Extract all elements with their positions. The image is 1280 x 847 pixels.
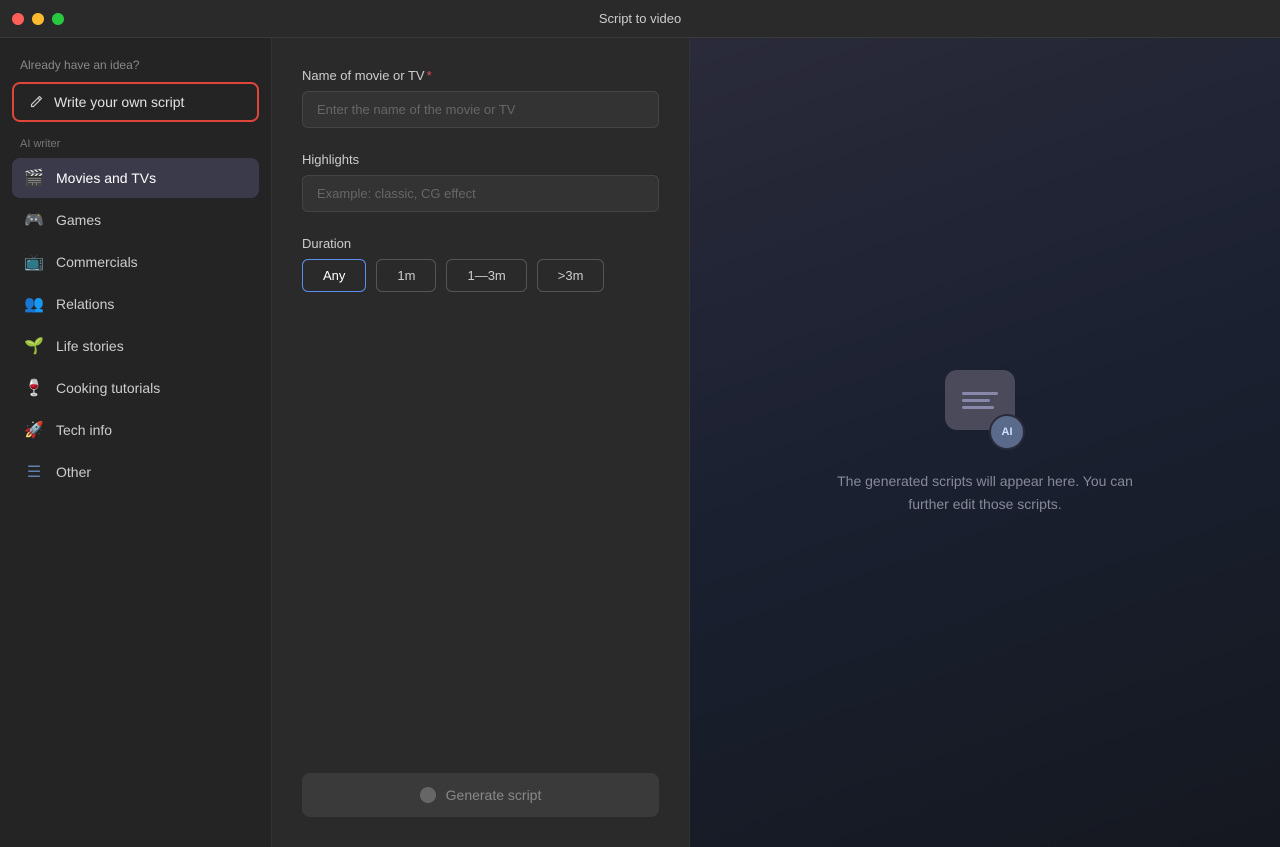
sidebar-item-relations-label: Relations xyxy=(56,296,114,312)
games-icon: 🎮 xyxy=(24,210,44,230)
ai-badge: AI xyxy=(989,414,1025,450)
minimize-button[interactable] xyxy=(32,13,44,25)
sidebar-item-tech-label: Tech info xyxy=(56,422,112,438)
generate-script-button[interactable]: Generate script xyxy=(302,773,659,817)
sidebar-item-commercials[interactable]: 📺 Commercials xyxy=(12,242,259,282)
nav-menu: 🎬 Movies and TVs 🎮 Games 📺 Commercials 👥… xyxy=(12,158,259,492)
highlights-field-group: Highlights xyxy=(302,152,659,212)
window-title: Script to video xyxy=(599,11,681,26)
main-layout: Already have an idea? Write your own scr… xyxy=(0,38,1280,847)
movie-name-input[interactable] xyxy=(302,91,659,128)
close-button[interactable] xyxy=(12,13,24,25)
sidebar-item-commercials-label: Commercials xyxy=(56,254,138,270)
sidebar-header: Already have an idea? xyxy=(12,58,259,72)
movie-field-group: Name of movie or TV* xyxy=(302,68,659,128)
titlebar: Script to video xyxy=(0,0,1280,38)
ai-writer-label: AI writer xyxy=(12,138,259,150)
sidebar-item-games[interactable]: 🎮 Games xyxy=(12,200,259,240)
highlights-label: Highlights xyxy=(302,152,659,167)
duration-label: Duration xyxy=(302,236,659,251)
sidebar-item-life-label: Life stories xyxy=(56,338,124,354)
sidebar-item-cooking-label: Cooking tutorials xyxy=(56,380,160,396)
movie-field-label: Name of movie or TV* xyxy=(302,68,659,83)
relations-icon: 👥 xyxy=(24,294,44,314)
sidebar-item-cooking[interactable]: 🍷 Cooking tutorials xyxy=(12,368,259,408)
sidebar-item-movies[interactable]: 🎬 Movies and TVs xyxy=(12,158,259,198)
sidebar-item-other[interactable]: ☰ Other xyxy=(12,452,259,492)
highlights-input[interactable] xyxy=(302,175,659,212)
right-panel: AI The generated scripts will appear her… xyxy=(690,38,1280,847)
duration-any-button[interactable]: Any xyxy=(302,259,366,292)
maximize-button[interactable] xyxy=(52,13,64,25)
duration-field-group: Duration Any 1m 1—3m >3m xyxy=(302,236,659,292)
center-panel: Name of movie or TV* Highlights Duration… xyxy=(272,38,690,847)
write-own-label: Write your own script xyxy=(54,94,184,110)
chat-line-1 xyxy=(962,392,998,395)
tech-icon: 🚀 xyxy=(24,420,44,440)
other-icon: ☰ xyxy=(24,462,44,482)
chat-line-2 xyxy=(962,399,990,402)
commercials-icon: 📺 xyxy=(24,252,44,272)
chat-line-3 xyxy=(962,406,994,409)
duration-1m-button[interactable]: 1m xyxy=(376,259,436,292)
right-panel-description: The generated scripts will appear here. … xyxy=(815,470,1155,515)
required-star: * xyxy=(427,68,432,83)
life-icon: 🌱 xyxy=(24,336,44,356)
movies-icon: 🎬 xyxy=(24,168,44,188)
chat-lines xyxy=(954,384,1006,417)
sidebar-item-movies-label: Movies and TVs xyxy=(56,170,156,186)
traffic-lights xyxy=(12,13,64,25)
sidebar-item-life[interactable]: 🌱 Life stories xyxy=(12,326,259,366)
duration-3m-plus-button[interactable]: >3m xyxy=(537,259,605,292)
sidebar-item-games-label: Games xyxy=(56,212,101,228)
sidebar-item-tech[interactable]: 🚀 Tech info xyxy=(12,410,259,450)
duration-buttons: Any 1m 1—3m >3m xyxy=(302,259,659,292)
ai-icon-container: AI xyxy=(945,370,1025,450)
generate-spinner-icon xyxy=(420,787,436,803)
cooking-icon: 🍷 xyxy=(24,378,44,398)
duration-1-3m-button[interactable]: 1—3m xyxy=(446,259,526,292)
write-own-script-button[interactable]: Write your own script xyxy=(12,82,259,122)
generate-label: Generate script xyxy=(446,787,542,803)
sidebar-item-other-label: Other xyxy=(56,464,91,480)
pencil-icon xyxy=(28,94,44,110)
sidebar-item-relations[interactable]: 👥 Relations xyxy=(12,284,259,324)
sidebar: Already have an idea? Write your own scr… xyxy=(0,38,272,847)
